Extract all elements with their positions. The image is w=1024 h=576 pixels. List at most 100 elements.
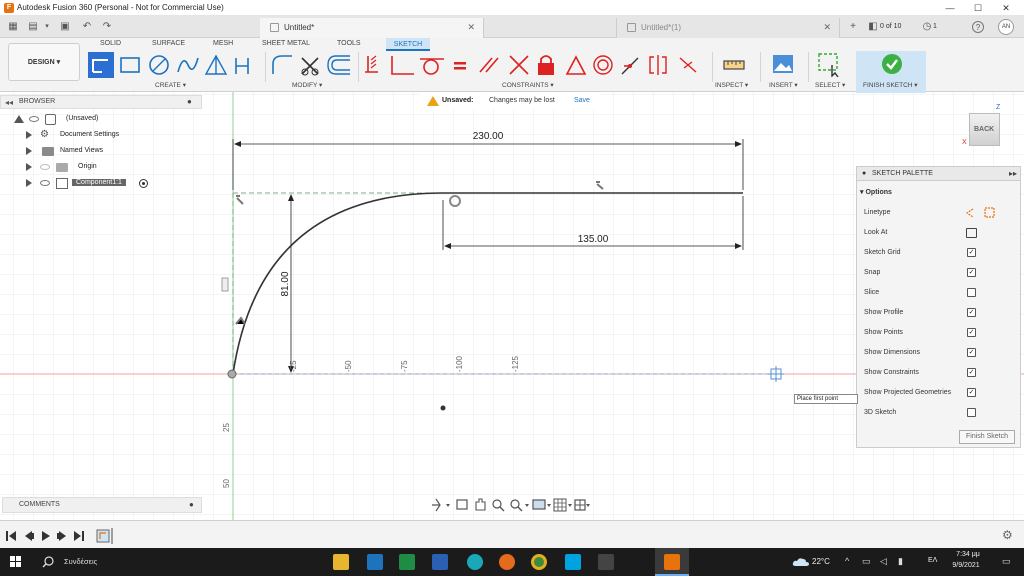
snap-checkbox[interactable]: ✓ [967,268,976,277]
select-menu[interactable]: SELECT ▾ [815,81,845,89]
browser-item-named-views[interactable]: Named Views [0,144,202,160]
browser-toggle-icon[interactable]: ● [187,97,192,106]
zoom-icon[interactable] [492,499,505,512]
search-icon[interactable] [42,556,54,568]
dimension-label-overall[interactable]: 230.00 [473,131,504,142]
dimension-label-right[interactable]: 135.00 [578,234,609,245]
visibility-icon[interactable] [29,116,39,122]
palette-header[interactable]: ● SKETCH PALETTE ▸▸ [857,167,1020,181]
finish-sketch-menu[interactable]: FINISH SKETCH ▾ [863,81,918,89]
collinear-constraint-icon[interactable] [621,57,639,75]
tab-solid[interactable]: SOLID [100,40,121,47]
perpendicular-constraint-icon[interactable] [509,55,529,75]
input-language[interactable]: ΕΛ [928,557,937,564]
maximize-button[interactable]: ☐ [968,2,988,14]
word-icon[interactable] [432,554,448,570]
go-to-start-icon[interactable] [6,531,16,541]
network-icon[interactable]: ▭ [862,556,871,567]
dimension-tool-icon[interactable] [365,55,378,73]
look-at-icon[interactable] [966,228,977,238]
job-status-count[interactable]: 0 of 10 [880,23,901,30]
browser-item-component[interactable]: Component1:1 [0,176,202,192]
fillet-tool-icon[interactable] [272,55,292,74]
comments-add-icon[interactable]: ● [189,500,194,509]
undo-icon[interactable]: ↶ [80,20,94,34]
origin-point[interactable] [227,369,237,379]
tab-tools[interactable]: TOOLS [337,40,361,47]
palette-expand-icon[interactable]: ▸▸ [1009,169,1017,178]
show-profile-checkbox[interactable]: ✓ [967,308,976,317]
mirror-tool-icon[interactable] [235,58,249,74]
sketch-point[interactable] [440,405,446,411]
browser-item-root[interactable]: (Unsaved) [0,112,202,128]
activate-component-icon[interactable] [139,179,148,188]
comments-panel[interactable]: COMMENTS ● [2,497,202,513]
weather-cloud-icon[interactable] [792,557,810,567]
file-icon[interactable]: ▤ [26,20,40,34]
timeline-settings-icon[interactable]: ⚙ [1002,528,1013,542]
finish-sketch-check-icon[interactable] [881,53,903,75]
close-button[interactable]: ✕ [996,2,1016,14]
fix-constraint-icon[interactable] [538,55,554,75]
file-explorer-icon[interactable] [333,554,349,570]
show-projected-geometries-checkbox[interactable]: ✓ [967,388,976,397]
inspect-menu[interactable]: INSPECT ▾ [715,81,748,89]
curvature-constraint-icon[interactable] [679,57,697,73]
arc-tool-icon[interactable] [177,57,199,73]
timeline-sketch-marker-icon[interactable] [96,528,113,544]
sketch-grid-checkbox[interactable]: ✓ [967,248,976,257]
app-grid-icon[interactable]: ▦ [6,20,20,34]
excel-icon[interactable] [399,554,415,570]
palette-finish-sketch-button[interactable]: Finish Sketch [959,430,1015,444]
skype-icon[interactable] [565,554,581,570]
workspace-switcher-button[interactable]: DESIGN ▾ [8,43,80,81]
browser-item-origin[interactable]: Origin [0,160,202,176]
app-icon[interactable] [598,554,614,570]
show-points-checkbox[interactable]: ✓ [967,328,976,337]
redo-icon[interactable]: ↷ [100,20,114,34]
play-icon[interactable] [42,531,50,541]
expand-icon[interactable] [26,163,32,171]
show-dimensions-checkbox[interactable]: ✓ [967,348,976,357]
display-settings-icon[interactable] [532,499,551,510]
polygon-tool-icon[interactable] [204,54,228,75]
3d-sketch-checkbox[interactable] [967,408,976,417]
fusion-360-icon[interactable] [664,554,680,570]
firefox-icon[interactable] [499,554,515,570]
options-section-title[interactable]: ▾ Options [860,188,892,196]
concentric-constraint-icon[interactable] [593,55,613,75]
save-link[interactable]: Save [574,97,590,104]
help-icon[interactable]: ? [972,21,984,33]
modify-menu[interactable]: MODIFY ▾ [292,81,322,89]
line-tool-icon[interactable] [88,52,114,78]
collapse-browser-icon[interactable]: ◂◂ [5,98,13,107]
slice-checkbox[interactable] [967,288,976,297]
new-tab-icon[interactable]: + [846,20,860,34]
go-to-end-icon[interactable] [74,531,84,541]
expand-icon[interactable] [26,147,32,155]
measure-tool-icon[interactable] [722,54,746,76]
visibility-icon[interactable] [40,164,50,170]
tray-chevron-icon[interactable]: ^ [845,556,849,566]
file-dropdown-icon[interactable]: ▾ [42,20,52,34]
browser-item-document-settings[interactable]: ⚙ Document Settings [0,128,202,144]
rectangle-tool-icon[interactable] [120,57,140,73]
mail-icon[interactable] [367,554,383,570]
chrome-icon[interactable] [531,554,547,570]
tab-surface[interactable]: SURFACE [152,40,185,47]
tangent-constraint-icon[interactable] [420,58,444,75]
step-back-icon[interactable] [25,531,34,541]
notifications-count[interactable]: 1 [933,23,937,30]
equal-constraint-icon[interactable] [454,62,466,70]
expand-icon[interactable] [26,131,32,139]
tab-document-untitled-1[interactable]: Untitled*(1) ✕ [616,18,840,38]
circle-tool-icon[interactable] [149,55,169,75]
weather-temperature[interactable]: 22°C [812,557,830,566]
centerline-linetype-icon[interactable] [984,207,995,218]
trim-tool-icon[interactable] [301,57,319,76]
viewports-icon[interactable] [574,499,590,511]
create-menu[interactable]: CREATE ▾ [155,81,186,89]
minimize-button[interactable]: — [940,2,960,14]
job-status-icon[interactable]: ◧ [866,20,880,34]
battery-icon[interactable]: ▮ [898,556,903,567]
